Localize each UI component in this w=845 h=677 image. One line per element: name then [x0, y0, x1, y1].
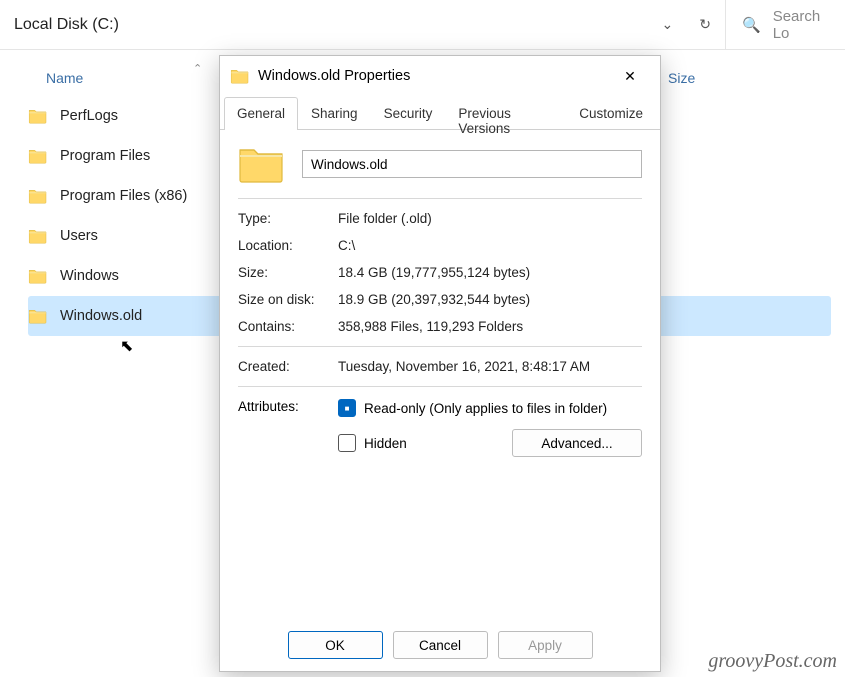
apply-button[interactable]: Apply [498, 631, 593, 659]
folder-icon [28, 228, 48, 244]
refresh-icon[interactable]: ↻ [699, 16, 711, 33]
size-label: Size: [238, 265, 338, 280]
location-value: C:\ [338, 238, 642, 253]
folder-icon [238, 144, 286, 184]
dialog-title: Windows.old Properties [258, 68, 410, 84]
tab-sharing[interactable]: Sharing [298, 97, 371, 130]
tab-security[interactable]: Security [371, 97, 446, 130]
hidden-checkbox[interactable] [338, 434, 356, 452]
close-button[interactable]: ✕ [610, 56, 650, 96]
folder-label: Windows.old [60, 308, 142, 324]
folder-icon [28, 308, 48, 324]
search-icon: 🔍 [742, 16, 761, 34]
folder-label: Users [60, 228, 98, 244]
column-name[interactable]: Name [28, 70, 188, 86]
size-on-disk-label: Size on disk: [238, 292, 338, 307]
readonly-checkbox[interactable] [338, 399, 356, 417]
name-input[interactable] [302, 150, 642, 178]
created-label: Created: [238, 359, 338, 374]
created-value: Tuesday, November 16, 2021, 8:48:17 AM [338, 359, 642, 374]
advanced-button[interactable]: Advanced... [512, 429, 642, 457]
cancel-button[interactable]: Cancel [393, 631, 488, 659]
sort-chevron-icon: ⌃ [193, 62, 202, 75]
location-label: Location: [238, 238, 338, 253]
search-placeholder: Search Lo [773, 8, 829, 42]
separator [238, 198, 642, 199]
folder-icon [28, 148, 48, 164]
tab-general[interactable]: General [224, 97, 298, 130]
folder-icon [230, 68, 250, 84]
titlebar[interactable]: Windows.old Properties ✕ [220, 56, 660, 96]
contains-value: 358,988 Files, 119,293 Folders [338, 319, 642, 334]
search-input[interactable]: 🔍 Search Lo [725, 0, 845, 49]
ok-button[interactable]: OK [288, 631, 383, 659]
folder-label: Program Files [60, 148, 150, 164]
folder-icon [28, 108, 48, 124]
folder-label: PerfLogs [60, 108, 118, 124]
folder-label: Program Files (x86) [60, 188, 187, 204]
hidden-label: Hidden [364, 436, 407, 451]
size-value: 18.4 GB (19,777,955,124 bytes) [338, 265, 642, 280]
attributes-label: Attributes: [238, 399, 338, 457]
properties-dialog: Windows.old Properties ✕ General Sharing… [219, 55, 661, 672]
tab-customize[interactable]: Customize [566, 97, 656, 130]
contains-label: Contains: [238, 319, 338, 334]
readonly-label: Read-only (Only applies to files in fold… [364, 401, 607, 416]
close-icon: ✕ [624, 68, 636, 85]
watermark: groovyPost.com [708, 650, 837, 673]
address-path[interactable]: Local Disk (C:) [14, 16, 119, 34]
size-on-disk-value: 18.9 GB (20,397,932,544 bytes) [338, 292, 642, 307]
folder-icon [28, 188, 48, 204]
tab-previous-versions[interactable]: Previous Versions [445, 97, 566, 130]
type-value: File folder (.old) [338, 211, 642, 226]
folder-label: Windows [60, 268, 119, 284]
column-size[interactable]: Size [668, 70, 695, 86]
separator [238, 346, 642, 347]
folder-icon [28, 268, 48, 284]
separator [238, 386, 642, 387]
type-label: Type: [238, 211, 338, 226]
chevron-down-icon[interactable]: ⌄ [662, 16, 674, 33]
